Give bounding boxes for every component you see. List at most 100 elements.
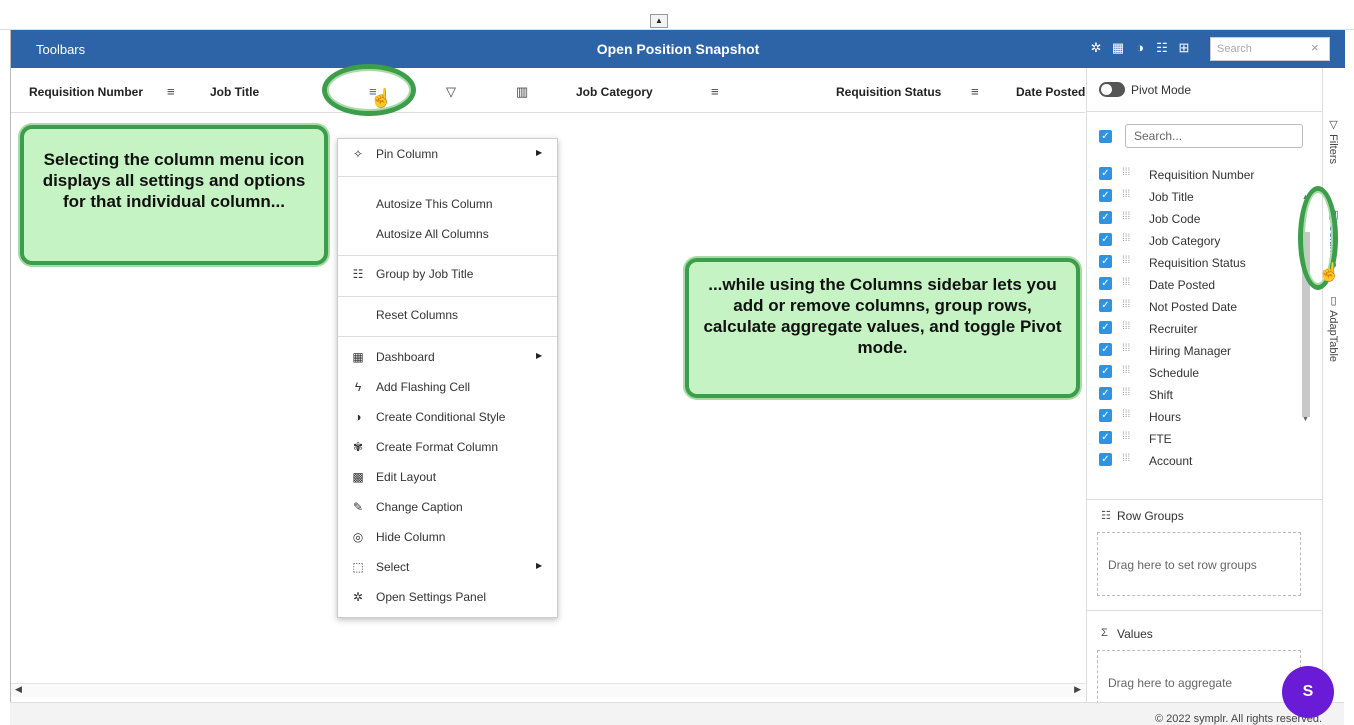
column-checkbox[interactable]: ✓ [1099,409,1112,422]
header-requisition-status[interactable]: Requisition Status [836,85,941,99]
help-button[interactable]: S [1282,666,1334,718]
list-item[interactable]: ✓ ⁞⁞⁞ Shift [1087,384,1307,406]
list-item[interactable]: ✓ ⁞⁞⁞ Date Posted [1087,274,1307,296]
pivot-mode-label: Pivot Mode [1131,83,1192,97]
menu-item-label: Edit Layout [376,470,437,484]
column-checkbox[interactable]: ✓ [1099,167,1112,180]
menu-item-autosize-all-columns[interactable]: Autosize All Columns [338,221,557,247]
column-checkbox[interactable]: ✓ [1099,365,1112,378]
menu-item-edit-layout[interactable]: ▩ Edit Layout [338,464,557,490]
header-requisition-number[interactable]: Requisition Number [29,85,143,99]
drag-handle-icon[interactable]: ⁞⁞⁞ [1122,409,1130,420]
menu-item-dashboard[interactable]: ▦ Dashboard ▶ [338,344,557,370]
column-checkbox[interactable]: ✓ [1099,299,1112,312]
column-menu-icon[interactable]: ≡ [167,84,175,99]
eye-slash-icon: ◎ [352,530,364,544]
column-checkbox[interactable]: ✓ [1099,255,1112,268]
column-menu-icon[interactable]: ≡ [711,84,719,99]
drag-handle-icon[interactable]: ⁞⁞⁞ [1122,431,1130,442]
menu-item-label: Open Settings Panel [376,590,487,604]
column-checkbox[interactable]: ✓ [1099,189,1112,202]
collapse-toolbar-button[interactable]: ▲ [650,14,668,28]
menu-item-select[interactable]: ⬚ Select ▶ [338,554,557,580]
tab-filters[interactable]: ▽ Filters [1327,118,1340,164]
columns-icon[interactable]: ▥ [516,84,528,100]
drag-handle-icon[interactable]: ⁞⁞⁞ [1122,365,1130,376]
column-checkbox[interactable]: ✓ [1099,431,1112,444]
menu-divider [338,336,557,337]
row-groups-label: Row Groups [1117,509,1184,523]
column-menu-icon[interactable]: ≡ [971,84,979,99]
column-checkbox[interactable]: ✓ [1099,387,1112,400]
grid-header-row: Requisition Number ≡ Job Title ≡ ▽ ▥ Job… [11,68,1085,113]
adaptable-icon: ▯ [1327,294,1339,307]
tab-adaptable[interactable]: ▯ AdapTable [1327,294,1340,362]
list-item[interactable]: ✓ ⁞⁞⁞ Account [1087,450,1307,472]
column-checkbox[interactable]: ✓ [1099,453,1112,466]
column-label: Schedule [1149,366,1200,380]
list-item[interactable]: ✓ ⁞⁞⁞ Job Code [1087,208,1307,230]
flash-icon: ϟ [354,380,362,394]
list-item[interactable]: ✓ ⁞⁞⁞ Requisition Status [1087,252,1307,274]
header-job-title[interactable]: Job Title [210,85,259,99]
drag-handle-icon[interactable]: ⁞⁞⁞ [1122,343,1130,354]
menu-item-change-caption[interactable]: ✎ Change Caption [338,494,557,520]
pivot-mode-toggle[interactable] [1099,82,1125,97]
list-item[interactable]: ✓ ⁞⁞⁞ Hiring Manager [1087,340,1307,362]
drag-handle-icon[interactable]: ⁞⁞⁞ [1122,277,1130,288]
menu-item-pin-column[interactable]: ✧ Pin Column ▶ [338,141,557,167]
menu-item-autosize-this-column[interactable]: Autosize This Column [338,191,557,217]
list-item[interactable]: ✓ ⁞⁞⁞ Job Category [1087,230,1307,252]
drag-handle-icon[interactable]: ⁞⁞⁞ [1122,167,1130,178]
row-groups-dropzone[interactable]: Drag here to set row groups [1097,532,1301,596]
menu-item-label: Group by Job Title [376,267,474,281]
column-checkbox[interactable]: ✓ [1099,321,1112,334]
menu-item-group-by[interactable]: ☷ Group by Job Title [338,261,557,287]
contrast-icon[interactable]: ◑ [1133,40,1147,56]
column-label: Requisition Number [1149,168,1255,182]
menu-item-create-format-column[interactable]: ✾ Create Format Column [338,434,557,460]
list-item[interactable]: ✓ ⁞⁞⁞ Job Title [1087,186,1307,208]
list-item[interactable]: ✓ ⁞⁞⁞ Not Posted Date [1087,296,1307,318]
horizontal-scrollbar[interactable]: ◀ ▶ [11,683,1085,697]
menu-item-create-conditional-style[interactable]: ◑ Create Conditional Style [338,404,557,430]
layout-icon[interactable]: ⊞ [1177,40,1191,56]
list-filter-icon[interactable]: ☷ [1155,40,1169,56]
gear-icon[interactable]: ✲ [1089,40,1103,56]
drag-handle-icon[interactable]: ⁞⁞⁞ [1122,387,1130,398]
drag-handle-icon[interactable]: ⁞⁞⁞ [1122,453,1130,464]
drag-handle-icon[interactable]: ⁞⁞⁞ [1122,233,1130,244]
menu-divider [338,296,557,297]
scroll-down-icon[interactable]: ▼ [1302,416,1309,423]
column-checkbox[interactable]: ✓ [1099,343,1112,356]
columns-sidebar: Pivot Mode ✓ Search... ✓ ⁞⁞⁞ Requisition N… [1086,68,1323,714]
drag-handle-icon[interactable]: ⁞⁞⁞ [1122,299,1130,310]
list-item[interactable]: ✓ ⁞⁞⁞ Schedule [1087,362,1307,384]
column-menu: ✧ Pin Column ▶ Autosize This Column Auto… [337,138,558,618]
close-icon[interactable]: × [1311,40,1319,55]
menu-item-open-settings-panel[interactable]: ✲ Open Settings Panel [338,584,557,610]
menu-item-add-flashing-cell[interactable]: ϟ Add Flashing Cell [338,374,557,400]
column-checkbox[interactable]: ✓ [1099,211,1112,224]
list-item[interactable]: ✓ ⁞⁞⁞ FTE [1087,428,1307,450]
menu-item-hide-column[interactable]: ◎ Hide Column [338,524,557,550]
column-search-input[interactable]: Search... [1125,124,1303,148]
scroll-left-icon[interactable]: ◀ [15,684,22,695]
header-date-posted[interactable]: Date Posted [1016,85,1085,99]
drag-handle-icon[interactable]: ⁞⁞⁞ [1122,189,1130,200]
scroll-right-icon[interactable]: ▶ [1074,684,1081,695]
drag-handle-icon[interactable]: ⁞⁞⁞ [1122,255,1130,266]
header-job-category[interactable]: Job Category [576,85,653,99]
drag-handle-icon[interactable]: ⁞⁞⁞ [1122,211,1130,222]
list-item[interactable]: ✓ ⁞⁞⁞ Requisition Number [1087,164,1307,186]
values-label: Values [1117,627,1153,641]
drag-handle-icon[interactable]: ⁞⁞⁞ [1122,321,1130,332]
column-checkbox[interactable]: ✓ [1099,233,1112,246]
list-item[interactable]: ✓ ⁞⁞⁞ Recruiter [1087,318,1307,340]
filter-icon[interactable]: ▽ [446,84,456,100]
grid-icon[interactable]: ▦ [1111,40,1125,56]
list-item[interactable]: ✓ ⁞⁞⁞ Hours [1087,406,1307,428]
column-checkbox[interactable]: ✓ [1099,277,1112,290]
select-all-checkbox[interactable]: ✓ [1099,130,1112,143]
menu-item-reset-columns[interactable]: Reset Columns [338,302,557,328]
